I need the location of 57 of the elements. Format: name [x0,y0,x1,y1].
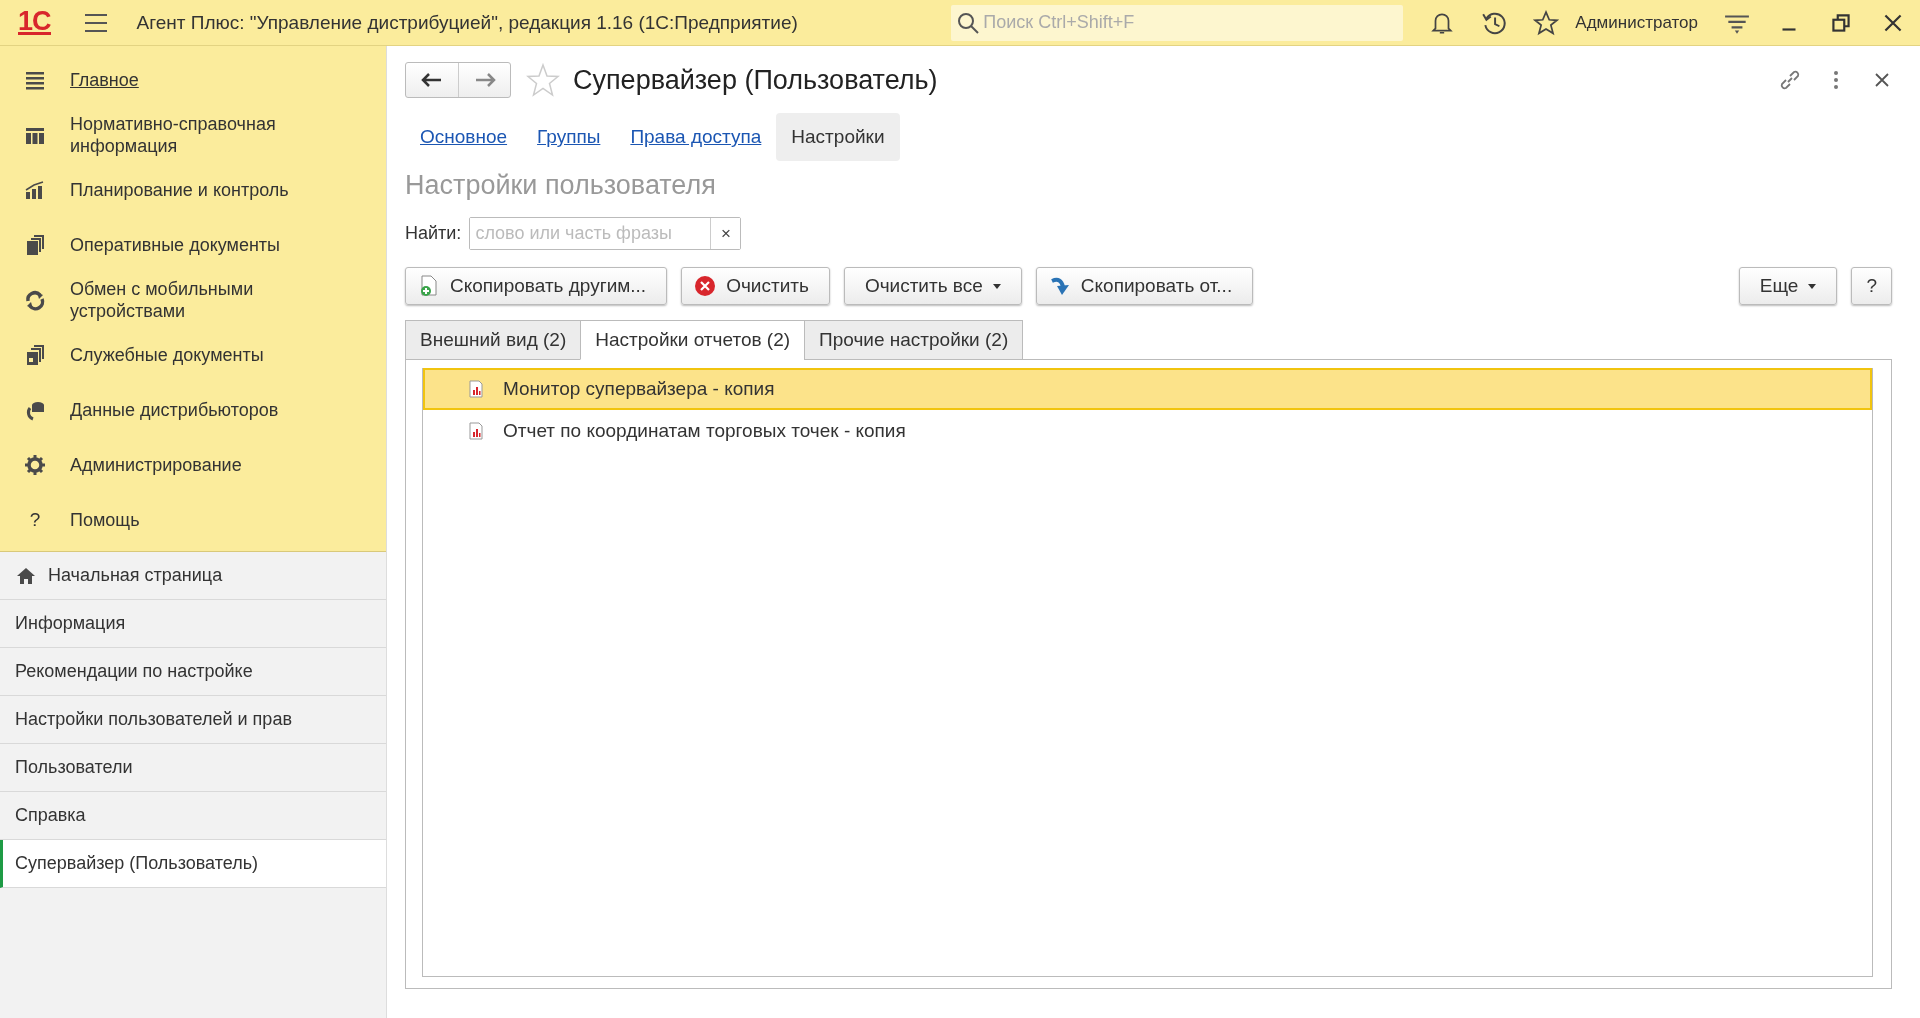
window-title: Агент Плюс: "Управление дистрибуцией", редакция 1.16 (1С:Предприятие) [136,11,798,34]
section-link[interactable]: Оперативные документы [70,233,330,256]
clear-search-button[interactable]: × [710,218,741,249]
toolbar-button[interactable]: Очистить все [843,267,1022,305]
report-row[interactable]: Отчет по координатам торговых точек - копия [423,410,1872,452]
section-link[interactable]: Обмен с мобильными устройствами [70,277,330,322]
star-icon[interactable] [1533,9,1560,36]
form-title: Супервайзер (Пользователь) [573,64,938,96]
form-tab[interactable]: Основное [405,113,523,161]
toolbar-button[interactable]: Скопировать другим... [405,267,668,305]
caret-icon [1808,283,1817,289]
section-link[interactable]: Главное [70,68,330,91]
form-tab[interactable]: Права доступа [615,113,777,161]
back-arrow-icon [421,73,443,87]
link-icon[interactable] [1778,68,1802,92]
section-link[interactable]: Планирование и контроль [70,178,330,201]
sync-icon [24,288,46,311]
report-icon [467,422,485,440]
user-name[interactable]: Администратор [1575,12,1698,33]
find-label: Найти: [405,223,462,244]
search-field[interactable]: Поиск Ctrl+Shift+F [951,4,1404,41]
form-tab[interactable]: Настройки [776,113,900,161]
form-tab[interactable]: Группы [522,113,616,161]
section-link[interactable]: Служебные документы [70,343,330,366]
section-link[interactable]: Данные дистрибьюторов [70,398,330,421]
help-button[interactable]: ? [1851,267,1892,305]
gear-icon [24,453,46,476]
forward-arrow-icon [473,73,496,87]
settings-tab[interactable]: Внешний вид (2) [405,320,582,360]
open-window-item[interactable]: Информация [0,600,386,648]
open-window-item[interactable]: Пользователи [0,744,386,792]
section-link[interactable]: Нормативно-справочная информация [70,112,330,157]
toolbar-button[interactable]: Скопировать от... [1035,267,1254,305]
open-window-item[interactable]: Настройки пользователей и прав [0,696,386,744]
report-icon [467,380,485,398]
toolbar-button[interactable]: Очистить [681,267,830,305]
chart-icon [24,178,46,201]
find-field[interactable]: слово или часть фразы × [469,217,742,250]
curved-arrow-icon [1048,275,1071,297]
more-button[interactable]: Еще [1738,267,1838,305]
section-link[interactable]: Администрирование [70,453,330,476]
docs-icon [24,233,46,256]
menu-icon[interactable] [84,13,107,32]
settings-tab[interactable]: Прочие настройки (2) [804,320,1024,360]
document-plus-icon [418,275,440,297]
open-window-item[interactable]: Рекомендации по настройке [0,648,386,696]
section-link[interactable]: Помощь [70,508,330,531]
report-row[interactable]: Монитор супервайзера - копия [423,368,1872,410]
caret-icon [992,283,1001,289]
settings-tab[interactable]: Настройки отчетов (2) [580,320,806,360]
search-icon [957,11,980,34]
section-heading: Настройки пользователя [405,170,717,201]
clear-icon [694,275,717,297]
app-logo[interactable]: 1С [18,10,51,35]
question-mark-icon: ? [24,508,46,531]
open-window-item[interactable]: Супервайзер (Пользователь) [0,840,386,888]
open-window-item[interactable]: Начальная страница [0,552,386,600]
